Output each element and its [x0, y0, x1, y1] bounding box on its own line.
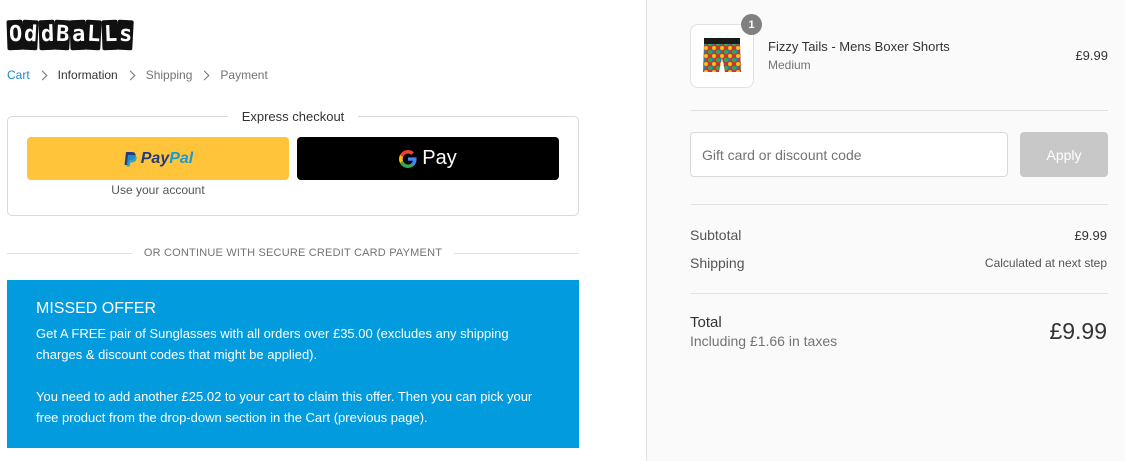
google-pay-button[interactable]: Pay: [297, 137, 559, 180]
product-variant: Medium: [768, 58, 811, 72]
product-thumbnail: [690, 24, 754, 88]
breadcrumb-shipping: Shipping: [145, 68, 193, 82]
subtotal-value: £9.99: [1074, 228, 1107, 243]
offer-paragraph-1: Get A FREE pair of Sunglasses with all o…: [36, 326, 509, 362]
offer-title: MISSED OFFER: [36, 300, 157, 317]
order-summary-sidebar: 1 Fizzy Tails - Mens Boxer Shorts Medium…: [646, 0, 1125, 461]
paypal-p-icon: [124, 151, 137, 166]
shipping-label: Shipping: [690, 255, 745, 271]
google-pay-label: Pay: [422, 147, 457, 169]
boxer-shorts-image: [703, 38, 741, 72]
shipping-value: Calculated at next step: [984, 256, 1107, 270]
express-checkout-title: Express checkout: [227, 109, 359, 124]
oddballs-logo[interactable]: OddBaLLs: [6, 18, 134, 52]
checkout-main: OddBaLLs Cart Information Shipping Payme…: [0, 0, 646, 461]
express-checkout-box: Express checkout Pay Pal Use your account…: [7, 109, 579, 216]
discount-code-input[interactable]: [690, 132, 1008, 177]
missed-offer-banner: MISSED OFFER Get A FREE pair of Sunglass…: [7, 280, 579, 448]
total-label: Total: [690, 314, 722, 331]
paypal-sublabel: Use your account: [111, 183, 205, 197]
divider: [690, 293, 1108, 294]
tax-note: Including £1.66 in taxes: [690, 333, 838, 349]
subtotal-label: Subtotal: [690, 227, 742, 243]
chevron-right-icon: [125, 70, 136, 80]
total-amount: £9.99: [1049, 318, 1107, 344]
divider: [690, 204, 1108, 205]
chevron-right-icon: [199, 70, 210, 80]
product-price: £9.99: [1075, 48, 1108, 63]
divider: [690, 110, 1108, 111]
chevron-right-icon: [37, 70, 48, 80]
google-g-icon: [399, 149, 417, 168]
paypal-logo: Pay Pal: [123, 150, 193, 168]
offer-paragraph-2: You need to add another £25.02 to your c…: [36, 389, 533, 425]
payment-divider: OR CONTINUE WITH SECURE CREDIT CARD PAYM…: [7, 247, 579, 259]
breadcrumb: Cart Information Shipping Payment: [7, 68, 268, 82]
product-name: Fizzy Tails - Mens Boxer Shorts: [768, 39, 950, 54]
paypal-button[interactable]: Pay Pal: [27, 137, 289, 180]
breadcrumb-information: Information: [57, 68, 118, 82]
cart-line-item: 1 Fizzy Tails - Mens Boxer Shorts Medium…: [690, 14, 1108, 88]
breadcrumb-payment: Payment: [220, 68, 268, 82]
quantity-badge: 1: [741, 14, 762, 35]
divider-label: OR CONTINUE WITH SECURE CREDIT CARD PAYM…: [143, 247, 443, 259]
apply-discount-button[interactable]: Apply: [1020, 132, 1108, 177]
breadcrumb-cart-link[interactable]: Cart: [7, 68, 30, 82]
